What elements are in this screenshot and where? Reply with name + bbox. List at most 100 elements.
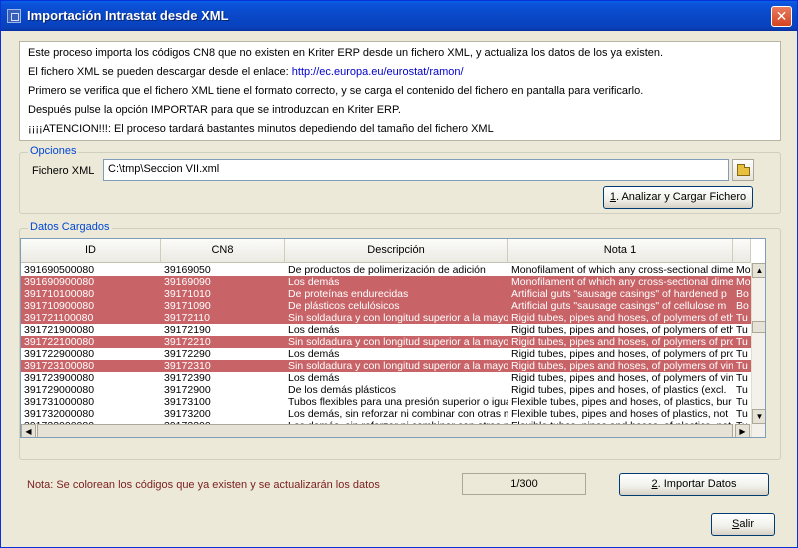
cell-cn8: 39172110 (164, 312, 210, 324)
column-header-nota1[interactable]: Nota 1 (508, 239, 733, 263)
cell-extra: Bo (736, 288, 749, 300)
cell-extra: Tu (736, 384, 748, 396)
cell-nota1: Artificial guts "sausage casings" of cel… (511, 300, 727, 312)
window-title: Importación Intrastat desde XML (27, 8, 229, 23)
cell-id: 391723900080 (24, 372, 95, 384)
scroll-left-arrow-icon[interactable]: ◀ (21, 424, 36, 437)
table-row[interactable]: 391710900080 39171090 De plásticos celulós… (21, 300, 751, 312)
analyze-label: . Analizar y Cargar Fichero (615, 191, 747, 203)
cell-id: 391731000080 (24, 396, 95, 408)
info-line-5: ¡¡¡¡ATENCION!!!: El proceso tardará bast… (28, 123, 494, 135)
close-button[interactable]: ✕ (771, 6, 792, 27)
info-line-4: Después pulse la opción IMPORTAR para qu… (28, 104, 401, 116)
horizontal-scrollbar[interactable]: ◀ ▶ (21, 424, 751, 437)
column-header-extra (733, 239, 751, 263)
vertical-scrollbar[interactable]: ▲ ▼ (751, 263, 765, 437)
cell-descripcion: De proteínas endurecidas (288, 288, 409, 300)
cell-descripcion: De plásticos celulósicos (288, 300, 400, 312)
import-window: Importación Intrastat desde XML ✕ Este p… (0, 0, 798, 548)
app-icon (7, 9, 21, 23)
browse-button[interactable] (732, 159, 754, 181)
table-row[interactable]: 391722900080 39172290 Los demás Rigid tubes… (21, 348, 751, 360)
cell-nota1: Monofilament of which any cross-sectiona… (511, 276, 733, 288)
horizontal-scroll-thumb[interactable] (37, 424, 733, 437)
info-link-prefix: El fichero XML se pueden descargar desde… (28, 66, 292, 78)
cell-cn8: 39172900 (164, 384, 211, 396)
column-header-descripcion[interactable]: Descripción (285, 239, 508, 263)
cell-descripcion: Sin soldadura y con longitud superior a … (288, 360, 508, 372)
info-line-1: Este proceso importa los códigos CN8 que… (28, 47, 664, 59)
table-row[interactable]: 391710100080 39171010 De proteínas endurec… (21, 288, 751, 300)
cell-id: 391721100080 (24, 312, 94, 324)
cell-extra: Tu (736, 336, 748, 348)
table-row[interactable]: 391731000080 39173100 Tubos flexibles para… (21, 396, 751, 408)
table-row[interactable]: 391729000080 39172900 De los demás plástic… (21, 384, 751, 396)
grid-header: ID CN8 Descripción Nota 1 (21, 239, 751, 263)
analyze-load-button[interactable]: 1. Analizar y Cargar Fichero (603, 186, 753, 209)
table-row[interactable]: 391723100080 39172310 Sin soldadura y con … (21, 360, 751, 372)
cell-nota1: Flexible tubes, pipes and hoses, of plas… (511, 396, 732, 408)
cell-extra: Tu (736, 408, 748, 420)
cell-id: 391723100080 (24, 360, 95, 372)
import-label: . Importar Datos (657, 478, 737, 490)
color-note: Nota: Se colorean los códigos que ya exi… (27, 479, 380, 491)
cell-nota1: Rigid tubes, pipes and hoses, of plastic… (511, 384, 727, 396)
cell-id: 391690500080 (24, 264, 95, 276)
cell-descripcion: Los demás (288, 324, 340, 336)
column-header-cn8[interactable]: CN8 (161, 239, 285, 263)
info-line-2: El fichero XML se pueden descargar desde… (28, 66, 464, 78)
cell-cn8: 39172310 (164, 360, 211, 372)
file-path-input[interactable]: C:\tmp\Seccion VII.xml (103, 159, 729, 181)
cell-nota1: Rigid tubes, pipes and hoses, of polymer… (511, 372, 733, 384)
cell-extra: Mo (736, 276, 751, 288)
datos-legend: Datos Cargados (28, 221, 112, 233)
cell-extra: Tu (736, 372, 748, 384)
cell-nota1: Artificial guts "sausage casings" of har… (511, 288, 727, 300)
table-row[interactable]: 391721900080 39172190 Los demás Rigid tubes… (21, 324, 751, 336)
cell-id: 391722100080 (24, 336, 95, 348)
cell-cn8: 39169050 (164, 264, 211, 276)
cell-cn8: 39172190 (164, 324, 211, 336)
table-row[interactable]: 391690500080 39169050 De productos de poli… (21, 264, 751, 276)
cell-cn8: 39172390 (164, 372, 211, 384)
cell-id: 391710900080 (24, 300, 95, 312)
cell-descripcion: Los demás, sin reforzar ni combinar con … (288, 408, 508, 420)
cell-descripcion: De los demás plásticos (288, 384, 396, 396)
cell-cn8: 39173200 (164, 408, 211, 420)
cell-id: 391690900080 (24, 276, 95, 288)
cell-id: 391732000080 (24, 408, 95, 420)
cell-id: 391722900080 (24, 348, 95, 360)
column-header-id[interactable]: ID (21, 239, 161, 263)
cell-descripcion: Los demás (288, 348, 340, 360)
scroll-down-arrow-icon[interactable]: ▼ (752, 409, 765, 424)
cell-extra: Tu (736, 396, 748, 408)
vertical-scroll-thumb[interactable] (752, 321, 765, 333)
cell-nota1: Rigid tubes, pipes and hoses, of polymer… (511, 312, 733, 324)
cell-nota1: Rigid tubes, pipes and hoses, of polymer… (511, 348, 733, 360)
exit-label: alir (739, 518, 754, 530)
table-row[interactable]: 391722100080 39172210 Sin soldadura y con … (21, 336, 751, 348)
import-button[interactable]: 2. Importar Datos (619, 473, 769, 496)
table-row[interactable]: 391732000080 39173200 Los demás, sin refor… (21, 408, 751, 420)
cell-extra: Tu (736, 312, 748, 324)
cell-id: 391729000080 (24, 384, 95, 396)
table-row[interactable]: 391723900080 39172390 Los demás Rigid tubes… (21, 372, 751, 384)
data-grid[interactable]: ID CN8 Descripción Nota 1 391690500080 39… (20, 238, 766, 438)
table-row[interactable]: 391690900080 39169090 Los demás Monofilamen… (21, 276, 751, 288)
scroll-right-arrow-icon[interactable]: ▶ (735, 424, 750, 437)
cell-id: 391721900080 (24, 324, 95, 336)
grid-body: 391690500080 39169050 De productos de poli… (21, 264, 751, 432)
cell-extra: Mo (736, 264, 751, 276)
exit-button[interactable]: Salir (711, 513, 775, 536)
title-bar[interactable]: Importación Intrastat desde XML ✕ (1, 1, 797, 31)
cell-id: 391710100080 (24, 288, 95, 300)
folder-open-icon (737, 164, 750, 176)
eurostat-link[interactable]: http://ec.europa.eu/eurostat/ramon/ (292, 66, 464, 78)
opciones-legend: Opciones (28, 145, 79, 157)
cell-nota1: Monofilament of which any cross-sectiona… (511, 264, 733, 276)
cell-descripcion: Los demás (288, 276, 340, 288)
scroll-up-arrow-icon[interactable]: ▲ (752, 263, 765, 278)
table-row[interactable]: 391721100080 39172110 Sin soldadura y con … (21, 312, 751, 324)
cell-cn8: 39169090 (164, 276, 211, 288)
file-label: Fichero XML (32, 165, 95, 177)
